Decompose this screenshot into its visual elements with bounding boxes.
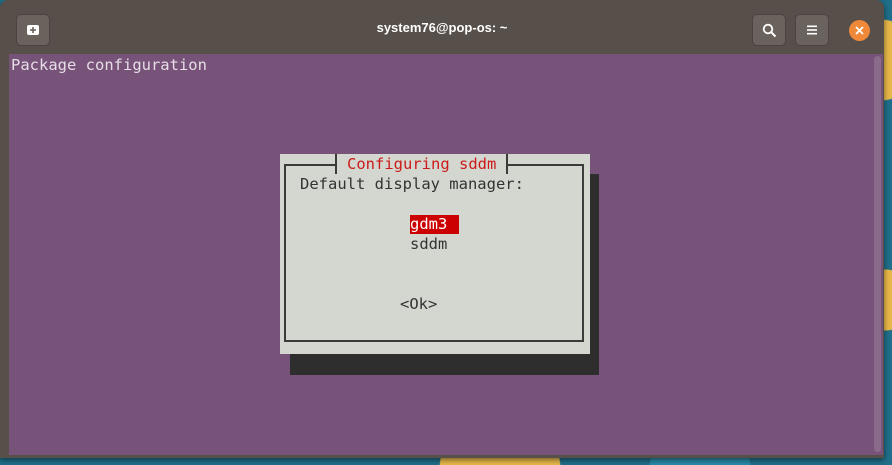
close-icon	[855, 26, 864, 35]
scrollbar[interactable]	[871, 54, 883, 455]
option-sddm[interactable]: sddm	[410, 235, 447, 254]
package-configuration-header: Package configuration	[11, 56, 207, 74]
menu-button[interactable]	[795, 14, 829, 46]
scrollbar-thumb[interactable]	[874, 56, 881, 452]
terminal-area[interactable]: Package configuration Configuring sddm D…	[9, 54, 871, 455]
dialog-prompt: Default display manager:	[300, 175, 524, 193]
close-button[interactable]	[849, 20, 870, 41]
title-bar[interactable]: system76@pop-os: ~	[0, 0, 884, 54]
hamburger-menu-icon	[807, 25, 817, 35]
ok-button[interactable]: <Ok>	[400, 295, 437, 313]
terminal-window: system76@pop-os: ~ Package configuration	[0, 0, 884, 458]
debconf-dialog: Configuring sddm Default display manager…	[280, 154, 590, 354]
search-icon	[762, 23, 776, 37]
dialog-title: Configuring sddm	[335, 154, 509, 174]
option-gdm3[interactable]: gdm3	[410, 215, 460, 234]
search-button[interactable]	[752, 14, 786, 46]
